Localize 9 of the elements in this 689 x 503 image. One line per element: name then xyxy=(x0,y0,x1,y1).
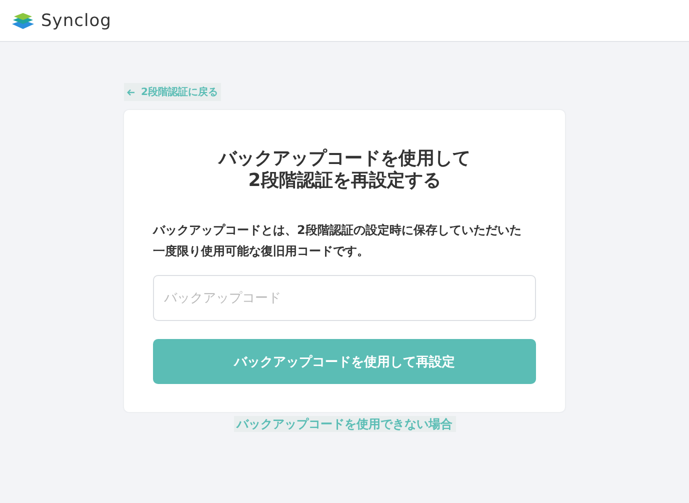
card-title: バックアップコードを使用して 2段階認証を再設定する xyxy=(217,148,472,192)
logo-icon xyxy=(11,12,35,30)
left-arrow-icon xyxy=(127,88,135,96)
logo-text: Synclog xyxy=(41,10,112,30)
description-text: バックアップコードとは、2段階認証の設定時に保存していただいた 一度限り使用可能な復旧用コードです。 xyxy=(153,222,522,260)
help-link[interactable]: バックアップコードを使用できない場合 xyxy=(234,416,456,432)
backup-code-field[interactable]: バックアップコード xyxy=(153,275,536,321)
back-link[interactable]: 2段階認証に戻る xyxy=(124,83,221,101)
reset-button[interactable]: バックアップコードを使用して再設定 xyxy=(153,339,536,384)
